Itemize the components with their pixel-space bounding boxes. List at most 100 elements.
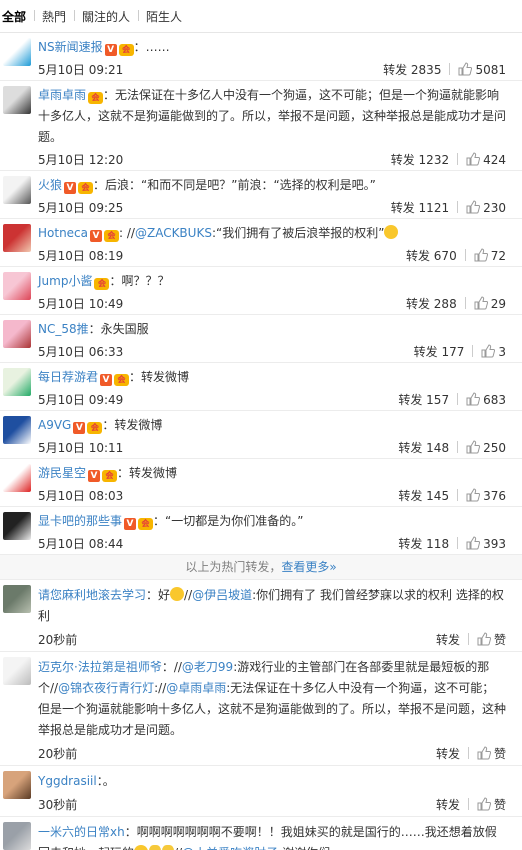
avatar[interactable] bbox=[3, 416, 31, 444]
mention-link[interactable]: @老刀99 bbox=[182, 660, 233, 674]
avatar[interactable] bbox=[3, 771, 31, 799]
mention-link[interactable]: @锦衣夜行青行灯 bbox=[58, 681, 154, 695]
repost-button[interactable]: 转发 2835 bbox=[383, 61, 441, 78]
repost-actions: 转发 288 29 bbox=[406, 295, 506, 312]
avatar[interactable] bbox=[3, 822, 31, 850]
like-button[interactable]: 赞 bbox=[477, 745, 506, 762]
repost-button[interactable]: 转发 1232 bbox=[391, 151, 449, 168]
repost-item: NC_58推：永失国服 5月10日 06:33 转发 177 3 bbox=[0, 315, 522, 363]
timestamp-link[interactable]: 5月10日 08:19 bbox=[38, 247, 406, 264]
like-button[interactable]: 424 bbox=[466, 151, 506, 167]
avatar[interactable] bbox=[3, 464, 31, 492]
view-more-link[interactable]: 查看更多» bbox=[281, 560, 336, 574]
repost-meta: 5月10日 10:49 转发 288 29 bbox=[38, 292, 506, 314]
username-link[interactable]: 火狼 bbox=[38, 178, 62, 192]
like-button[interactable]: 赞 bbox=[477, 796, 506, 813]
timestamp-link[interactable]: 5月10日 08:03 bbox=[38, 487, 398, 504]
timestamp-link[interactable]: 5月10日 09:25 bbox=[38, 199, 391, 216]
mention-link[interactable]: @小羊爱吃酱肘子 bbox=[182, 846, 278, 850]
tab-strangers[interactable]: 陌生人 bbox=[138, 8, 190, 25]
like-button[interactable]: 250 bbox=[466, 439, 506, 455]
repost-button[interactable]: 转发 177 bbox=[414, 343, 465, 360]
repost-actions: 转发 赞 bbox=[436, 796, 506, 813]
avatar[interactable] bbox=[3, 368, 31, 396]
username-link[interactable]: 请您麻利地滚去学习 bbox=[38, 588, 146, 602]
timestamp-link[interactable]: 30秒前 bbox=[38, 796, 436, 813]
mention-link[interactable]: @ZACKBUKS bbox=[135, 226, 212, 240]
repost-item: 火狼 V 会：后浪：“和而不同是吧？”前浪：“选择的权利是吧。” 5月10日 09:2… bbox=[0, 171, 522, 219]
repost-button[interactable]: 转发 670 bbox=[406, 247, 457, 264]
repost-button[interactable]: 转发 118 bbox=[398, 535, 449, 552]
like-button[interactable]: 29 bbox=[474, 295, 506, 311]
thumbs-up-icon bbox=[481, 343, 496, 358]
repost-button[interactable]: 转发 288 bbox=[406, 295, 457, 312]
tab-all[interactable]: 全部 bbox=[2, 8, 34, 25]
repost-button[interactable]: 转发 1121 bbox=[391, 199, 449, 216]
avatar[interactable] bbox=[3, 585, 31, 613]
like-button[interactable]: 72 bbox=[474, 247, 506, 263]
username-link[interactable]: 卓雨卓雨 bbox=[38, 88, 86, 102]
username-link[interactable]: 显卡吧的那些事 bbox=[38, 514, 122, 528]
mention-link[interactable]: @卓雨卓雨 bbox=[166, 681, 226, 695]
tab-following[interactable]: 關注的人 bbox=[74, 8, 138, 25]
repost-button[interactable]: 转发 bbox=[436, 796, 460, 813]
like-button[interactable]: 5081 bbox=[458, 61, 506, 77]
like-button[interactable]: 3 bbox=[481, 343, 506, 359]
repost-item: A9VG V 会：转发微博 5月10日 10:11 转发 148 250 bbox=[0, 411, 522, 459]
username-link[interactable]: 迈克尔·法拉第是祖师爷 bbox=[38, 660, 162, 674]
repost-text: ：…… bbox=[133, 40, 170, 54]
thumbs-up-icon bbox=[466, 487, 481, 502]
like-button[interactable]: 230 bbox=[466, 199, 506, 215]
username-link[interactable]: Hotneca bbox=[38, 226, 88, 240]
repost-button[interactable]: 转发 145 bbox=[398, 487, 449, 504]
timestamp-link[interactable]: 5月10日 06:33 bbox=[38, 343, 414, 360]
repost-content: Yggdrasiil：。 bbox=[38, 766, 506, 792]
username-link[interactable]: 一米六的日常xh bbox=[38, 825, 125, 839]
timestamp-link[interactable]: 5月10日 08:44 bbox=[38, 535, 398, 552]
timestamp-link[interactable]: 5月10日 09:49 bbox=[38, 391, 398, 408]
timestamp-link[interactable]: 20秒前 bbox=[38, 631, 436, 648]
timestamp-link[interactable]: 20秒前 bbox=[38, 745, 436, 762]
like-count: 29 bbox=[490, 296, 506, 311]
avatar[interactable] bbox=[3, 320, 31, 348]
verified-v-icon: V bbox=[124, 518, 137, 530]
username-link[interactable]: Yggdrasiil bbox=[38, 774, 97, 788]
repost-button[interactable]: 转发 148 bbox=[398, 439, 449, 456]
avatar[interactable] bbox=[3, 176, 31, 204]
thumbs-up-icon bbox=[477, 745, 491, 760]
divider bbox=[467, 633, 469, 645]
username-link[interactable]: Jump小酱 bbox=[38, 274, 92, 288]
repost-button[interactable]: 转发 bbox=[436, 745, 460, 762]
repost-item: 请您麻利地滚去学习：好//@伊吕坡道:你们拥有了 我们曾经梦寐以求的权利 选择的… bbox=[0, 580, 522, 652]
like-button[interactable]: 赞 bbox=[477, 631, 506, 648]
username-link[interactable]: A9VG bbox=[38, 418, 71, 432]
like-button[interactable]: 683 bbox=[466, 391, 506, 407]
timestamp-link[interactable]: 5月10日 10:49 bbox=[38, 295, 406, 312]
repost-text: ：转发微博 bbox=[117, 466, 178, 480]
repost-content: 每日荐游君 V 会：转发微博 bbox=[38, 363, 506, 388]
username-link[interactable]: 每日荐游君 bbox=[38, 370, 98, 384]
avatar[interactable] bbox=[3, 38, 31, 66]
repost-button[interactable]: 转发 bbox=[436, 631, 460, 648]
repost-text: ：“一切都是为你们准备的。” bbox=[153, 514, 304, 528]
like-count: 230 bbox=[483, 200, 506, 215]
timestamp-link[interactable]: 5月10日 12:20 bbox=[38, 151, 391, 168]
like-button[interactable]: 376 bbox=[466, 487, 506, 503]
like-count: 5081 bbox=[475, 62, 506, 77]
repost-meta: 5月10日 10:11 转发 148 250 bbox=[38, 436, 506, 458]
divider bbox=[457, 441, 459, 453]
username-link[interactable]: NC_58推 bbox=[38, 322, 89, 336]
timestamp-link[interactable]: 5月10日 09:21 bbox=[38, 61, 383, 78]
timestamp-link[interactable]: 5月10日 10:11 bbox=[38, 439, 398, 456]
repost-button[interactable]: 转发 157 bbox=[398, 391, 449, 408]
avatar[interactable] bbox=[3, 86, 31, 114]
tab-hot[interactable]: 熱門 bbox=[34, 8, 74, 25]
like-button[interactable]: 393 bbox=[466, 535, 506, 551]
username-link[interactable]: 游民星空 bbox=[38, 466, 86, 480]
avatar[interactable] bbox=[3, 657, 31, 685]
avatar[interactable] bbox=[3, 272, 31, 300]
username-link[interactable]: NS新闻速报 bbox=[38, 40, 103, 54]
avatar[interactable] bbox=[3, 224, 31, 252]
mention-link[interactable]: @伊吕坡道 bbox=[192, 588, 252, 602]
avatar[interactable] bbox=[3, 512, 31, 540]
